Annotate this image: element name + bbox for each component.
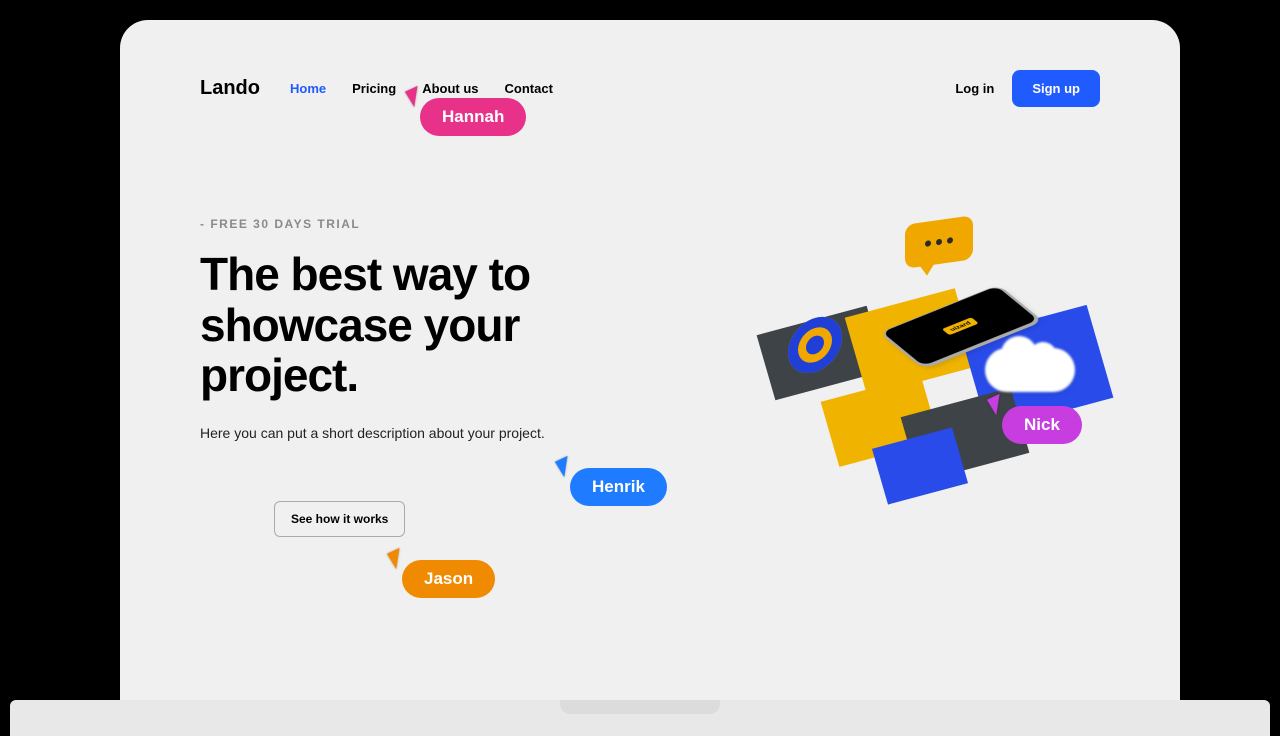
cursor-icon <box>387 548 407 570</box>
cursor-icon <box>405 86 425 108</box>
cta-button[interactable]: See how it works <box>274 501 405 537</box>
header: Lando Home Pricing About us Contact Log … <box>200 70 1100 107</box>
nav-home[interactable]: Home <box>290 81 326 96</box>
hero-illustration: uizard <box>760 200 1140 520</box>
dot-icon <box>925 240 931 247</box>
cloud-icon <box>985 348 1075 392</box>
landing-page: Lando Home Pricing About us Contact Log … <box>120 20 1180 700</box>
chat-bubble-icon <box>905 215 973 269</box>
laptop-base <box>10 700 1270 736</box>
collaborator-jason: Jason <box>390 550 495 598</box>
collaborator-nick: Nick <box>990 396 1082 444</box>
laptop-notch <box>560 700 720 714</box>
laptop-frame: Lando Home Pricing About us Contact Log … <box>120 20 1180 700</box>
collaborator-label: Jason <box>402 560 495 598</box>
brand-logo: Lando <box>200 77 260 100</box>
hero-subtext: Here you can put a short description abo… <box>200 425 630 441</box>
collaborator-henrik: Henrik <box>558 458 667 506</box>
signup-button[interactable]: Sign up <box>1012 70 1100 107</box>
phone-logo: uizard <box>942 317 979 335</box>
collaborator-label: Henrik <box>570 468 667 506</box>
hero-eyebrow: - FREE 30 DAYS TRIAL <box>200 217 630 231</box>
hero-headline: The best way to showcase your project. <box>200 249 630 401</box>
cursor-icon <box>555 456 575 478</box>
collaborator-label: Hannah <box>420 98 526 136</box>
collaborator-label: Nick <box>1002 406 1082 444</box>
cursor-icon <box>987 394 1007 416</box>
header-right: Log in Sign up <box>955 70 1100 107</box>
collaborator-hannah: Hannah <box>408 88 526 136</box>
dot-icon <box>947 237 953 244</box>
nav-pricing[interactable]: Pricing <box>352 81 396 96</box>
login-link[interactable]: Log in <box>955 81 994 96</box>
dot-icon <box>936 239 942 246</box>
